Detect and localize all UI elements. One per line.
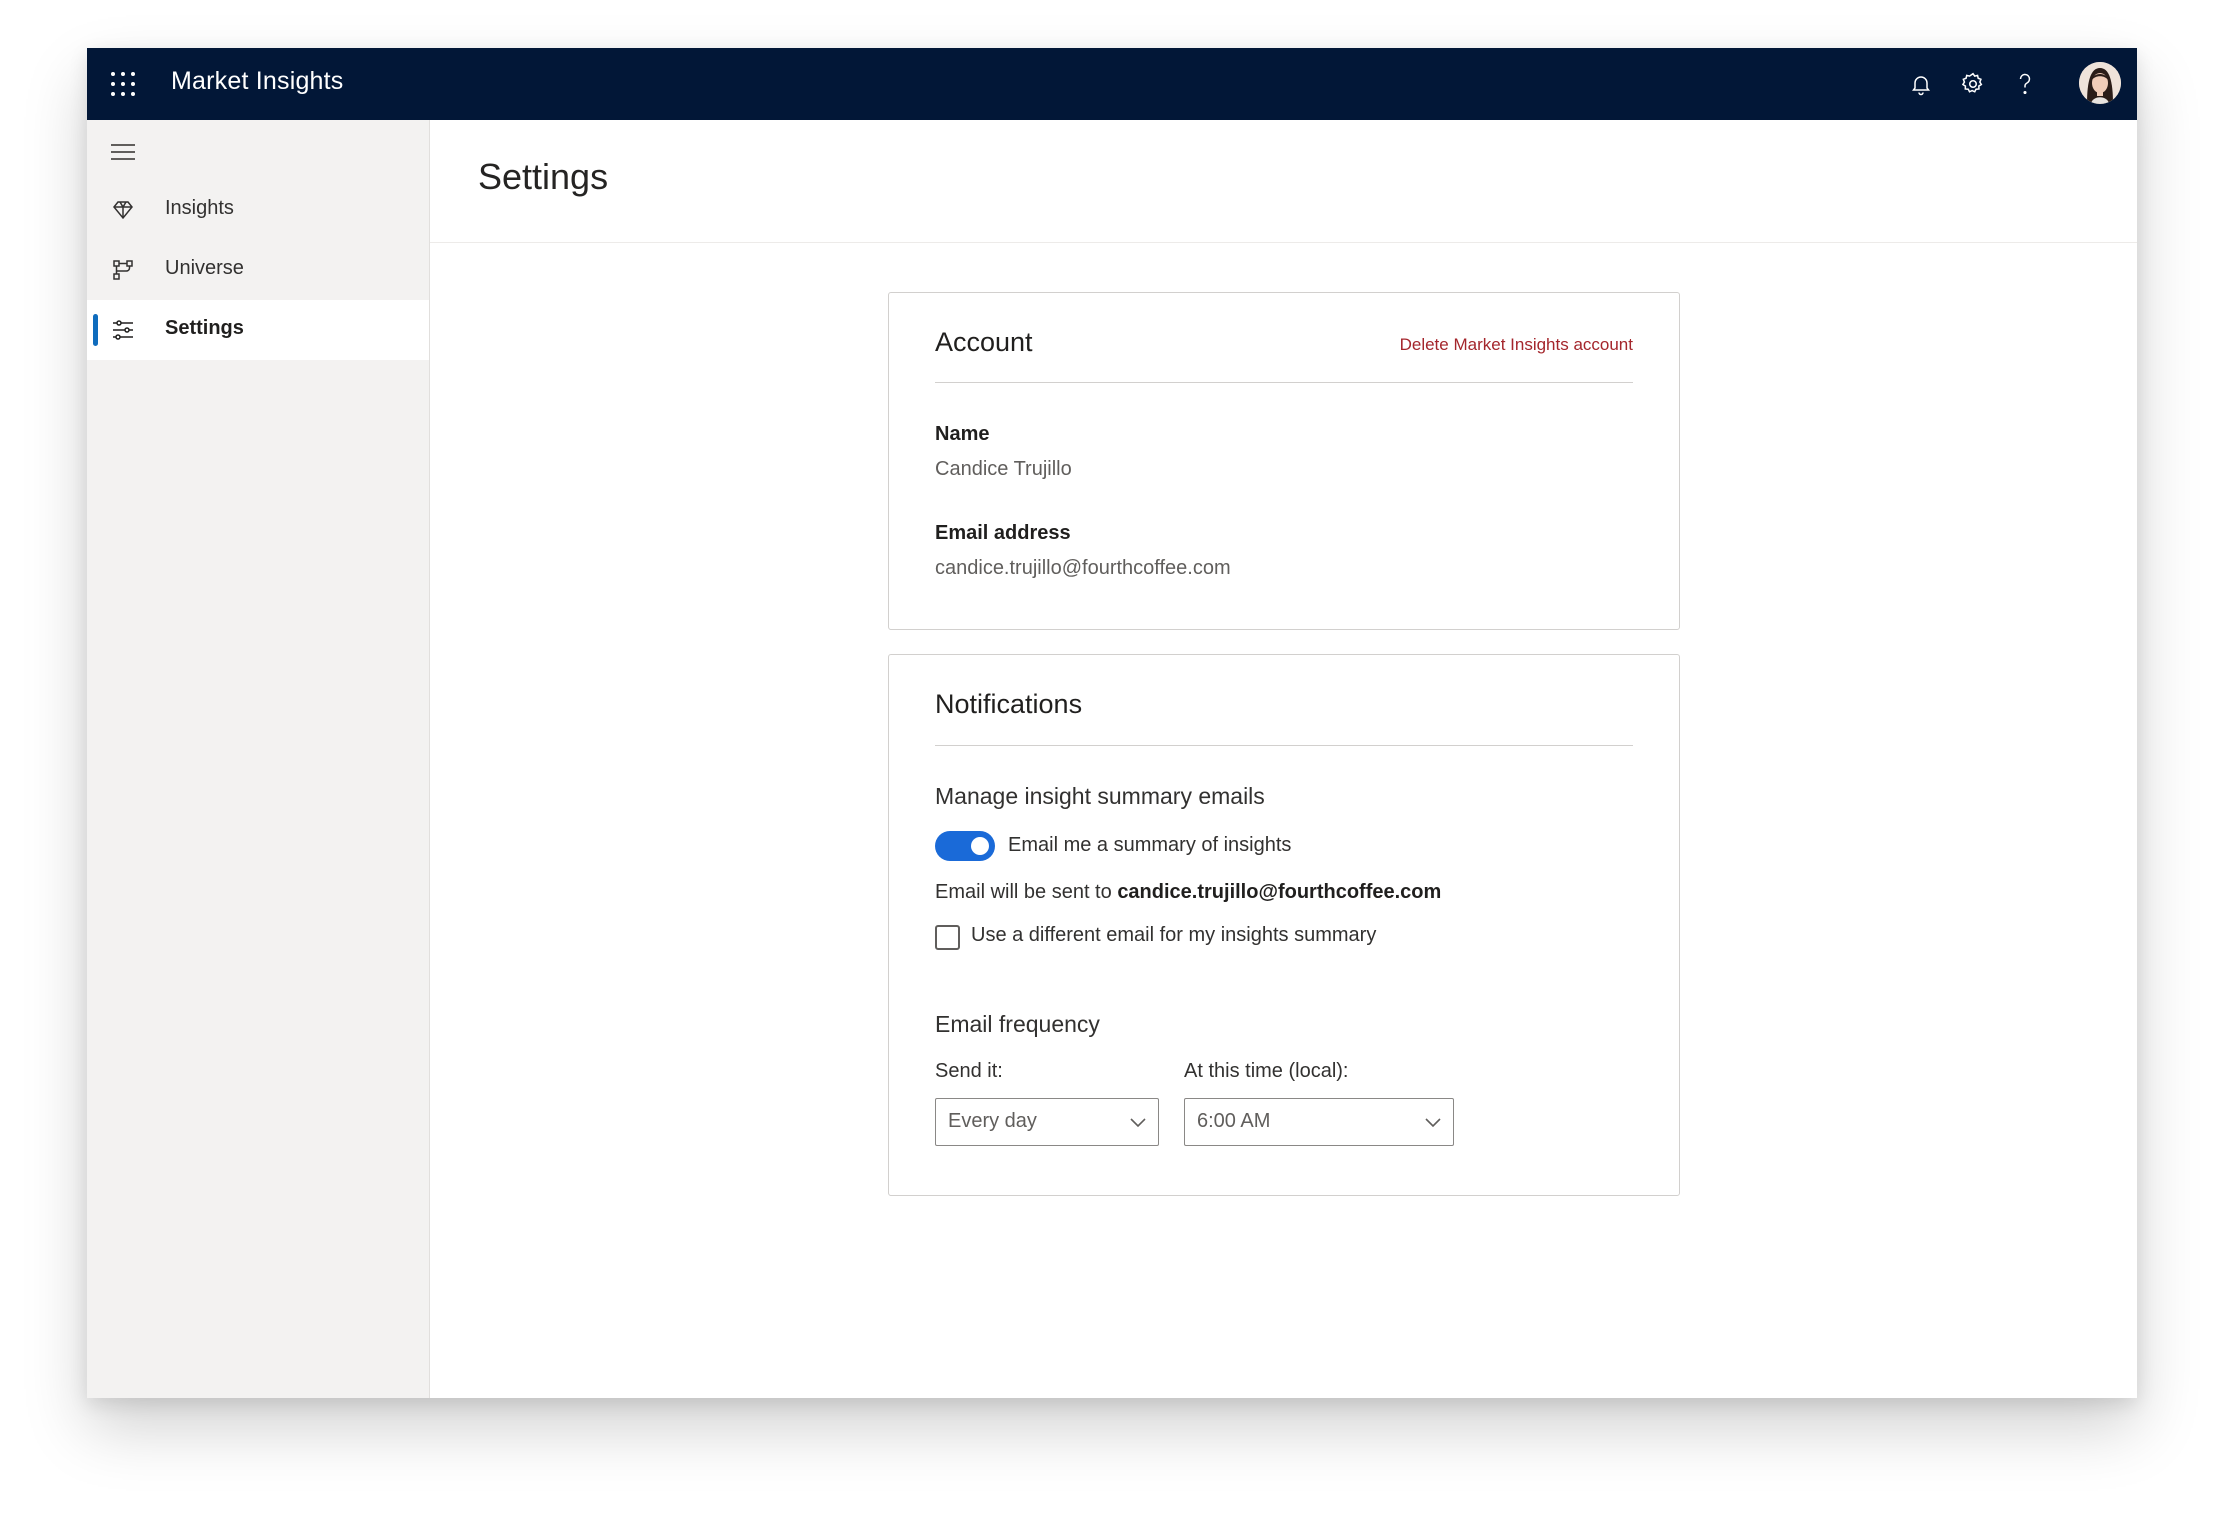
app-launcher-icon[interactable] [111, 72, 135, 96]
page-header: Settings [430, 120, 2137, 243]
account-title: Account [935, 327, 1033, 357]
manage-emails-heading: Manage insight summary emails [935, 783, 1265, 809]
sidebar-item-label: Insights [165, 197, 234, 219]
sidebar-item-label: Settings [165, 317, 244, 339]
sent-to-prefix: Email will be sent to [935, 881, 1112, 903]
email-value: candice.trujillo@fourthcoffee.com [935, 557, 1231, 579]
sidebar-item-label: Universe [165, 257, 244, 279]
sent-to-email: candice.trujillo@fourthcoffee.com [1117, 881, 1442, 903]
checkbox-label: Use a different email for my insights su… [971, 924, 1377, 946]
sidebar-item-universe[interactable]: Universe [87, 240, 429, 300]
divider [935, 745, 1633, 746]
sidebar-item-insights[interactable]: Insights [87, 180, 429, 240]
diamond-icon [111, 198, 135, 222]
sliders-icon [111, 318, 135, 342]
toggle-knob [971, 837, 989, 855]
email-label: Email address [935, 522, 1071, 544]
sent-to-text: Email will be sent to candice.trujillo@f… [935, 881, 1441, 904]
delete-account-link[interactable]: Delete Market Insights account [1400, 335, 1633, 355]
name-value: Candice Trujillo [935, 458, 1072, 480]
notifications-card: Notifications Manage insight summary ema… [888, 654, 1680, 1196]
time-value: 6:00 AM [1197, 1110, 1271, 1132]
time-dropdown[interactable]: 6:00 AM [1184, 1098, 1454, 1146]
send-it-dropdown[interactable]: Every day [935, 1098, 1159, 1146]
help-icon[interactable] [2007, 66, 2043, 102]
toggle-label: Email me a summary of insights [1008, 834, 1292, 856]
account-card: Account Delete Market Insights account N… [888, 292, 1680, 630]
chevron-down-icon [1423, 1113, 1443, 1131]
divider [935, 382, 1633, 383]
email-frequency-heading: Email frequency [935, 1011, 1100, 1037]
user-avatar[interactable] [2079, 62, 2121, 104]
sidebar-item-settings[interactable]: Settings [87, 300, 429, 360]
hamburger-menu-icon[interactable] [111, 144, 137, 162]
send-it-label: Send it: [935, 1060, 1003, 1082]
page-title: Settings [478, 156, 609, 197]
app-window: Market Insights Insights Universe Settin… [87, 48, 2137, 1398]
send-it-value: Every day [948, 1110, 1037, 1132]
sidebar: Insights Universe Settings [87, 120, 430, 1398]
top-bar: Market Insights [87, 48, 2137, 120]
summary-email-toggle[interactable] [935, 831, 995, 861]
name-label: Name [935, 423, 990, 445]
different-email-checkbox[interactable] [935, 925, 960, 950]
chevron-down-icon [1128, 1113, 1148, 1131]
time-label: At this time (local): [1184, 1060, 1349, 1082]
main-content: Settings Account Delete Market Insights … [430, 120, 2137, 1398]
bell-icon[interactable] [1903, 66, 1939, 102]
gear-icon[interactable] [1955, 66, 1991, 102]
app-title: Market Insights [171, 67, 344, 95]
hierarchy-icon [111, 258, 135, 282]
notifications-title: Notifications [935, 689, 1083, 719]
